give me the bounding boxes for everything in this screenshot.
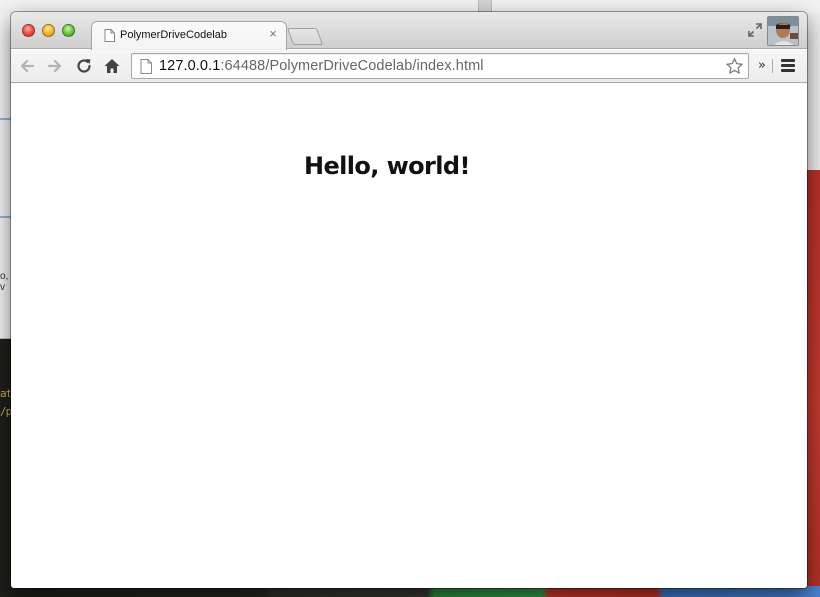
browser-titlebar[interactable]: PolymerDriveCodelab × (11, 12, 807, 50)
window-maximize-button[interactable] (62, 24, 75, 37)
page-icon (140, 59, 152, 74)
tab-close-icon[interactable]: × (266, 26, 280, 41)
tab-title: PolymerDriveCodelab (120, 29, 227, 41)
page-content: Hello, world! (11, 84, 807, 588)
hamburger-menu-icon[interactable] (781, 59, 795, 72)
address-bar[interactable]: 127.0.0.1:64488/PolymerDriveCodelab/inde… (131, 53, 749, 79)
browser-tab[interactable]: PolymerDriveCodelab × (91, 21, 287, 50)
home-icon[interactable] (102, 56, 122, 76)
toolbar-divider (772, 59, 773, 73)
extensions-overflow-icon[interactable]: » (758, 59, 766, 72)
background-code-line: at (0, 387, 12, 400)
background-window-right (806, 14, 820, 170)
browser-window: PolymerDriveCodelab × 127.0.0.1:64488/Po… (11, 12, 807, 588)
new-tab-button[interactable] (286, 28, 324, 45)
fullscreen-icon[interactable] (747, 22, 763, 38)
url-path: :64488/PolymerDriveCodelab/index.html (220, 58, 484, 74)
profile-avatar[interactable] (767, 16, 799, 46)
page-icon (104, 29, 115, 42)
url-host: 127.0.0.1 (159, 58, 221, 74)
forward-arrow-icon[interactable] (45, 56, 65, 76)
avatar-image (768, 17, 798, 45)
bookmark-star-icon[interactable] (725, 57, 744, 76)
browser-toolbar: 127.0.0.1:64488/PolymerDriveCodelab/inde… (11, 50, 807, 83)
reload-icon[interactable] (74, 56, 94, 76)
page-heading: Hello, world! (304, 152, 470, 180)
background-code-line: /p (0, 405, 12, 418)
background-desktop-strip (806, 170, 820, 597)
window-minimize-button[interactable] (42, 24, 55, 37)
back-arrow-icon[interactable] (17, 56, 37, 76)
window-close-button[interactable] (22, 24, 35, 37)
url-text[interactable]: 127.0.0.1:64488/PolymerDriveCodelab/inde… (159, 58, 484, 74)
